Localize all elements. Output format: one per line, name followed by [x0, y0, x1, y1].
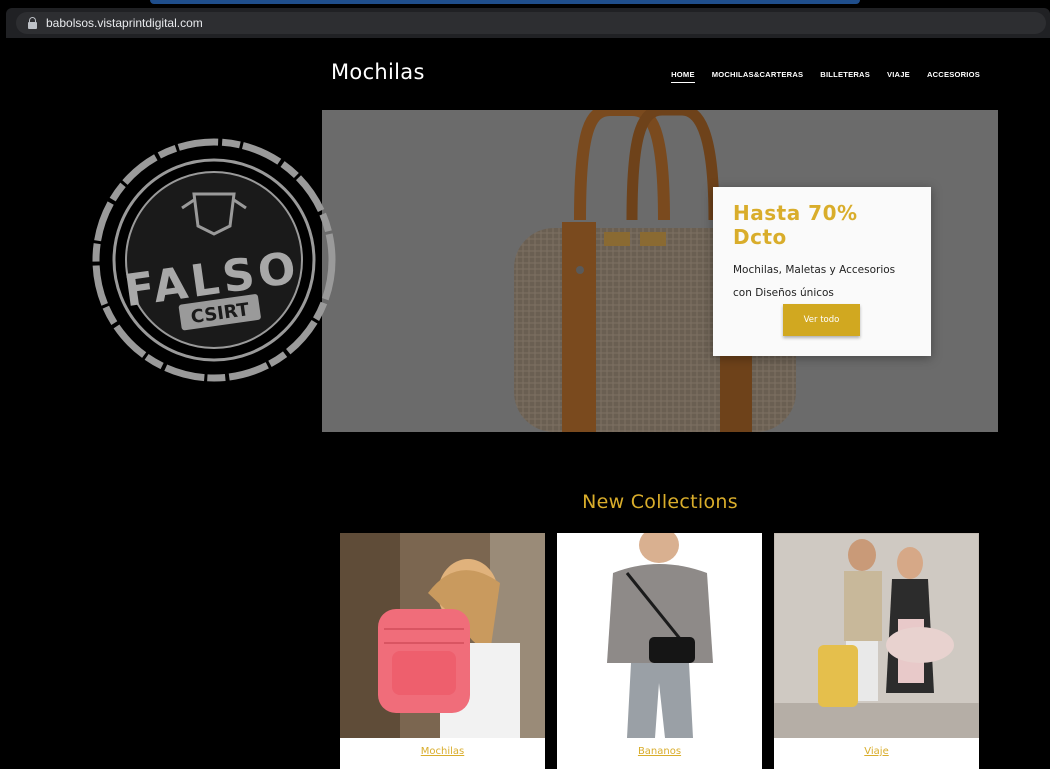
- browser-top-strip: [0, 0, 1050, 8]
- collections-title: New Collections: [582, 491, 738, 513]
- promo-box: Hasta 70% Dcto Mochilas, Maletas y Acces…: [713, 187, 931, 356]
- web-page: Mochilas HOME MOCHILAS&CARTERAS BILLETER…: [6, 38, 1050, 769]
- window-accent-bar: [150, 0, 860, 4]
- collection-card-bananos[interactable]: Bananos: [557, 533, 762, 769]
- travel-bags-photo[interactable]: [774, 533, 979, 738]
- site-logo[interactable]: Mochilas: [331, 60, 425, 84]
- url-text: babolsos.vistaprintdigital.com: [46, 16, 203, 30]
- falso-stamp: FALSO CSIRT: [90, 134, 350, 404]
- card-label[interactable]: Mochilas: [340, 746, 545, 757]
- nav-item-mochilas-carteras[interactable]: MOCHILAS&CARTERAS: [712, 70, 804, 83]
- browser-address-bar: babolsos.vistaprintdigital.com: [6, 8, 1050, 38]
- nav-item-billeteras[interactable]: BILLETERAS: [820, 70, 870, 83]
- main-nav: HOME MOCHILAS&CARTERAS BILLETERAS VIAJE …: [671, 70, 980, 83]
- card-label[interactable]: Viaje: [774, 746, 979, 757]
- promo-title: Hasta 70% Dcto: [733, 201, 858, 249]
- lock-icon: [26, 12, 40, 34]
- nav-item-accesorios[interactable]: ACCESORIOS: [927, 70, 980, 83]
- pink-backpack-photo[interactable]: [340, 533, 545, 738]
- promo-line-2: con Diseños únicos: [733, 287, 834, 299]
- crossbody-bag-photo[interactable]: [557, 533, 762, 738]
- card-label[interactable]: Bananos: [557, 746, 762, 757]
- nav-item-home[interactable]: HOME: [671, 70, 695, 83]
- nav-item-viaje[interactable]: VIAJE: [887, 70, 910, 83]
- promo-description: Mochilas, Maletas y Accesorios con Diseñ…: [733, 259, 911, 305]
- ver-todo-button[interactable]: Ver todo: [783, 304, 860, 336]
- url-field[interactable]: babolsos.vistaprintdigital.com: [16, 12, 1046, 34]
- collection-card-mochilas[interactable]: Mochilas: [340, 533, 545, 769]
- promo-line-1: Mochilas, Maletas y Accesorios: [733, 264, 896, 276]
- stamp-graphic: FALSO CSIRT: [92, 138, 336, 382]
- collection-card-viaje[interactable]: Viaje: [774, 533, 979, 769]
